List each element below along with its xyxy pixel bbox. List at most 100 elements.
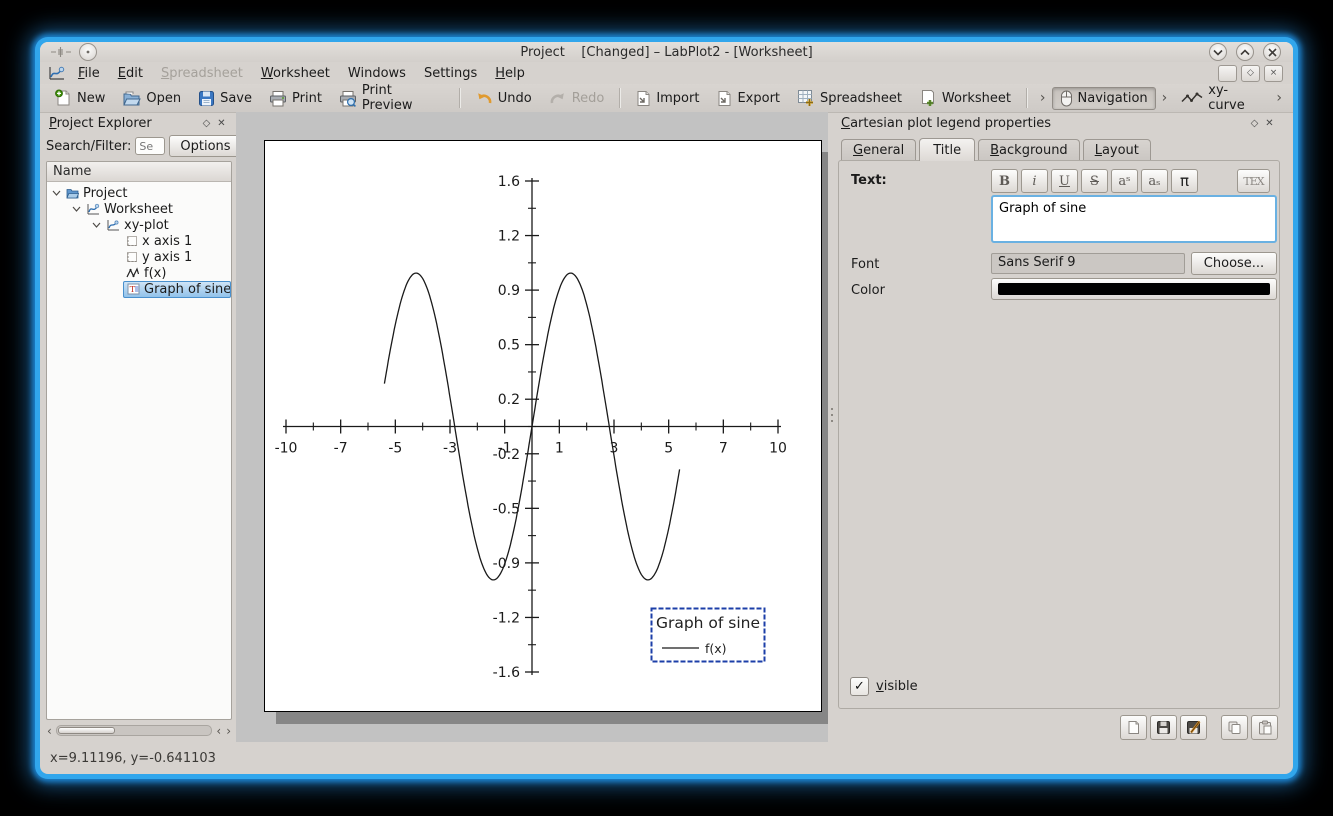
svg-text:-3: -3: [443, 441, 457, 457]
new-label: New: [77, 91, 105, 106]
copy-properties-button[interactable]: [1221, 715, 1248, 740]
load-template-button[interactable]: [1120, 715, 1147, 740]
svg-text:f(x): f(x): [705, 641, 727, 656]
menu-help[interactable]: Help: [486, 64, 534, 83]
strikethrough-button[interactable]: S: [1081, 169, 1108, 193]
italic-button[interactable]: i: [1021, 169, 1048, 193]
tree-item-worksheet[interactable]: Worksheet: [47, 201, 231, 217]
toolbar-extension-chevron-icon[interactable]: ›: [1035, 90, 1051, 106]
worksheet-view[interactable]: -10-7-5-3-11357101.61.20.90.50.2-0.2-0.5…: [236, 112, 828, 742]
tree-column-header[interactable]: Name: [47, 162, 231, 182]
choose-font-button[interactable]: Choose...: [1191, 252, 1277, 275]
explorer-horizontal-scrollbar[interactable]: ‹ ‹ ›: [46, 723, 232, 738]
tree-item-xy-plot[interactable]: xy-plot: [47, 217, 231, 233]
xy-plot-chart[interactable]: -10-7-5-3-11357101.61.20.90.50.2-0.2-0.5…: [265, 141, 821, 711]
navigation-button[interactable]: Navigation: [1052, 87, 1156, 110]
plot-legend[interactable]: Graph of sinef(x): [652, 609, 765, 662]
tab-background[interactable]: Background: [978, 139, 1080, 160]
scroll-right-icon[interactable]: ›: [225, 725, 232, 737]
titlebar[interactable]: Project [Changed] – LabPlot2 - [Workshee…: [40, 42, 1293, 62]
expand-arrow-icon[interactable]: [69, 205, 83, 213]
tree-item-core[interactable]: Project: [63, 186, 130, 201]
save-template-button[interactable]: [1150, 715, 1177, 740]
save-template-as-button[interactable]: [1180, 715, 1207, 740]
underline-button[interactable]: U: [1051, 169, 1078, 193]
scrollbar-thumb[interactable]: [58, 727, 116, 734]
options-button[interactable]: Options: [169, 135, 241, 157]
dock-close-icon[interactable]: ✕: [214, 116, 229, 131]
expand-arrow-icon[interactable]: [49, 189, 63, 197]
import-button[interactable]: Import: [627, 87, 707, 110]
paste-properties-button[interactable]: [1251, 715, 1278, 740]
tree-item-f-x-[interactable]: f(x): [47, 265, 231, 281]
expand-arrow-icon[interactable]: [89, 221, 103, 229]
legend-title-textarea[interactable]: Graph of sine: [991, 195, 1277, 243]
spreadsheet-label: Spreadsheet: [820, 91, 902, 106]
xy-curve-button[interactable]: xy-curve: [1173, 80, 1270, 116]
tab-layout[interactable]: Layout: [1083, 139, 1151, 160]
tab-title[interactable]: Title: [919, 138, 975, 161]
mdi-float-button[interactable]: ◇: [1241, 65, 1260, 82]
toolbar-extension-chevron-icon[interactable]: ›: [1157, 90, 1173, 106]
labplot-window: Project [Changed] – LabPlot2 - [Workshee…: [40, 42, 1293, 774]
dock-close-icon[interactable]: ✕: [1262, 116, 1277, 131]
menu-worksheet[interactable]: Worksheet: [252, 64, 339, 83]
new-spreadsheet-button[interactable]: Spreadsheet: [789, 86, 910, 110]
scroll-left-icon[interactable]: ‹: [215, 725, 222, 737]
app-wave-icon: [50, 46, 72, 58]
tree-item-x-axis-1[interactable]: x axis 1: [47, 233, 231, 249]
tree-item-y-axis-1[interactable]: y axis 1: [47, 249, 231, 265]
statusbar: x=9.11196, y=-0.641103: [40, 742, 1293, 774]
tree-item-core[interactable]: TGraph of sine: [123, 281, 231, 298]
print-preview-button[interactable]: Print Preview: [331, 80, 452, 116]
superscript-button[interactable]: aˢ: [1111, 169, 1138, 193]
tree-item-core[interactable]: xy-plot: [103, 218, 172, 233]
window-menu-button[interactable]: [79, 43, 97, 61]
menu-file[interactable]: File: [69, 64, 109, 83]
tab-general[interactable]: General: [841, 139, 916, 160]
export-icon: [716, 90, 732, 107]
menu-edit[interactable]: Edit: [109, 64, 152, 83]
tree-item-project[interactable]: Project: [47, 185, 231, 201]
tree-item-core[interactable]: x axis 1: [123, 234, 195, 249]
scroll-left-icon[interactable]: ‹: [46, 725, 53, 737]
export-button[interactable]: Export: [708, 87, 788, 110]
worksheet-page[interactable]: -10-7-5-3-11357101.61.20.90.50.2-0.2-0.5…: [264, 140, 822, 712]
subscript-button[interactable]: aₛ: [1141, 169, 1168, 193]
save-button[interactable]: Save: [190, 87, 260, 110]
text-label-icon: T: [127, 283, 140, 295]
menu-windows[interactable]: Windows: [339, 64, 415, 83]
open-button[interactable]: Open: [114, 87, 189, 110]
menu-settings[interactable]: Settings: [415, 64, 486, 83]
dock-splitter[interactable]: [828, 112, 836, 742]
dock-float-icon[interactable]: ◇: [1247, 116, 1262, 131]
undo-button[interactable]: Undo: [467, 87, 540, 109]
font-color-button[interactable]: [991, 278, 1277, 300]
svg-text:0.2: 0.2: [498, 392, 520, 408]
maximize-button[interactable]: [1236, 43, 1254, 61]
close-button[interactable]: [1263, 43, 1281, 61]
mdi-restore-button[interactable]: [1218, 65, 1237, 82]
tree-item-core[interactable]: f(x): [123, 266, 169, 281]
symbol-pi-button[interactable]: π: [1171, 169, 1198, 193]
template-toolbar: [836, 709, 1282, 742]
search-filter-input[interactable]: [135, 137, 165, 155]
visible-checkbox[interactable]: ✓: [850, 677, 869, 696]
svg-text:-7: -7: [334, 441, 348, 457]
new-button[interactable]: New: [46, 86, 113, 110]
new-worksheet-button[interactable]: Worksheet: [911, 86, 1019, 110]
print-button[interactable]: Print: [261, 87, 330, 110]
bold-button[interactable]: B: [991, 169, 1018, 193]
tree-item-core[interactable]: y axis 1: [123, 250, 195, 265]
mdi-close-button[interactable]: ×: [1264, 65, 1283, 82]
dock-float-icon[interactable]: ◇: [199, 116, 214, 131]
tree-item-graph-of-sine[interactable]: TGraph of sine: [47, 281, 231, 297]
worksheet-page-icon: [919, 89, 937, 107]
toolbar-extension-chevron-icon[interactable]: ›: [1271, 90, 1287, 106]
new-document-icon: [54, 89, 72, 107]
tree-item-core[interactable]: Worksheet: [83, 202, 176, 217]
scrollbar-track[interactable]: [56, 725, 213, 736]
export-label: Export: [737, 91, 780, 106]
menubar: File Edit Spreadsheet Worksheet Windows …: [40, 62, 1293, 84]
minimize-button[interactable]: [1209, 43, 1227, 61]
